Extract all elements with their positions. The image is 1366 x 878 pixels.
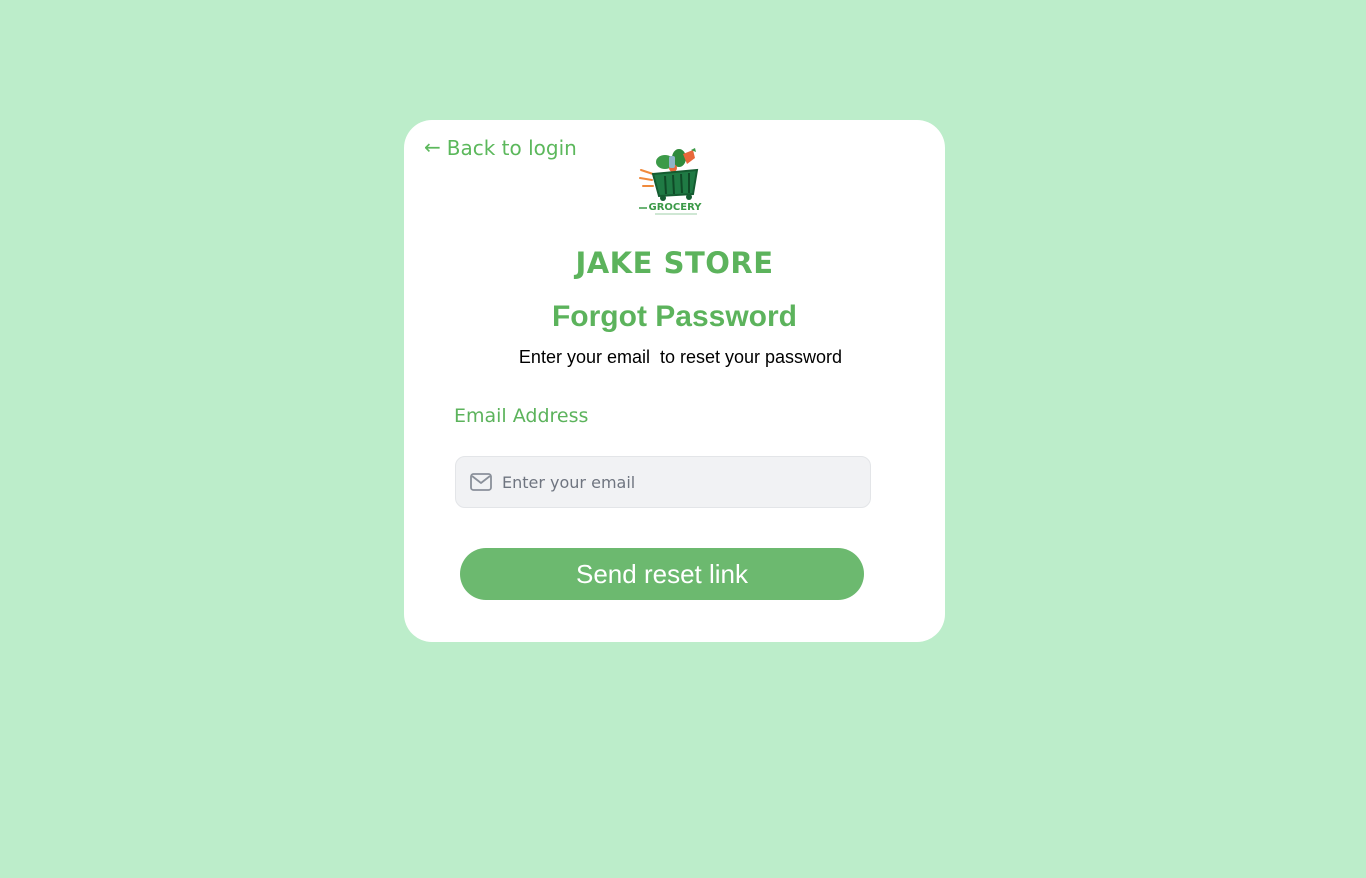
send-reset-link-button[interactable]: Send reset link: [460, 548, 864, 600]
back-to-login-link[interactable]: ← Back to login: [424, 136, 577, 160]
back-to-login-label: Back to login: [446, 136, 577, 160]
svg-text:GROCERY: GROCERY: [649, 202, 703, 213]
store-name: JAKE STORE: [575, 246, 774, 280]
email-input[interactable]: [502, 472, 842, 492]
page-title: Forgot Password: [551, 300, 798, 333]
email-input-wrapper[interactable]: [455, 456, 871, 508]
page-subtitle: Enter your email to reset your password: [518, 347, 843, 367]
mail-icon: [470, 473, 492, 491]
grocery-logo: GROCERY: [639, 148, 703, 215]
email-label: Email Address: [454, 405, 589, 427]
arrow-left-icon: ←: [424, 134, 441, 159]
forgot-password-card: ← Back to login GROCERY JAKE STORE Forgo…: [404, 120, 945, 642]
